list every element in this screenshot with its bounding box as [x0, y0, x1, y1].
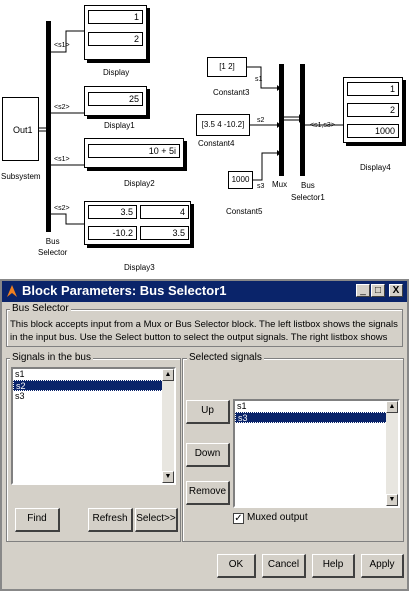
selected-signals-label: Selected signals — [187, 352, 264, 363]
scroll-up-icon[interactable]: ▲ — [386, 401, 398, 413]
apply-button[interactable]: Apply — [361, 554, 404, 578]
up-button[interactable]: Up — [186, 400, 230, 424]
constant5-label: Constant5 — [226, 207, 263, 216]
display3-value: 3.5 — [88, 205, 137, 219]
bus-selector1-label: Bus Selector1 — [291, 181, 325, 202]
scroll-down-icon[interactable]: ▼ — [386, 494, 398, 506]
subsystem-label: Subsystem — [1, 172, 41, 181]
matlab-logo-icon — [7, 285, 17, 297]
signals-in-bus-label: Signals in the bus — [10, 352, 93, 363]
find-button[interactable]: Find — [15, 508, 60, 532]
signals-listbox[interactable]: s1 s2 s3 ▲ ▼ — [11, 367, 176, 485]
constant3-label: Constant3 — [213, 88, 250, 97]
display-block[interactable]: 1 2 — [84, 5, 147, 60]
dialog-titlebar[interactable]: Block Parameters: Bus Selector1 _ □ X — [2, 281, 407, 302]
display1-value: 25 — [88, 92, 143, 106]
help-button[interactable]: Help — [312, 554, 355, 578]
constant3-block[interactable]: [1 2] — [207, 57, 247, 77]
display3-value: -10.2 — [88, 226, 137, 240]
simulink-diagram: Out1 Subsystem Bus Selector <s1> <s2> <s… — [0, 0, 409, 272]
list-item[interactable]: s1 — [13, 369, 174, 380]
list-item[interactable]: s1 — [235, 401, 398, 412]
refresh-button[interactable]: Refresh — [88, 508, 133, 532]
mux-block[interactable] — [279, 64, 284, 176]
list-item[interactable]: s3 — [13, 391, 174, 402]
constant4-label: Constant4 — [198, 139, 235, 148]
bus-selector-block[interactable] — [46, 21, 51, 232]
display2-label: Display2 — [124, 179, 155, 188]
scroll-up-icon[interactable]: ▲ — [162, 369, 174, 381]
close-button[interactable]: X — [389, 284, 403, 297]
maximize-button[interactable]: □ — [371, 284, 385, 297]
signal-label: <s2> — [54, 104, 70, 111]
display-value: 1 — [88, 10, 143, 24]
display3-value: 3.5 — [140, 226, 189, 240]
display3-value: 4 — [140, 205, 189, 219]
signal-label: <s1> — [54, 156, 70, 163]
constant5-block[interactable]: 1000 — [228, 171, 253, 189]
display-value: 2 — [88, 32, 143, 46]
signal-label: <s1> — [54, 42, 70, 49]
bus-selector-label: Bus Selector — [38, 237, 68, 257]
display2-block[interactable]: 10 + 5i — [84, 138, 184, 168]
select-button[interactable]: Select>> — [135, 508, 178, 532]
remove-button[interactable]: Remove — [186, 481, 230, 505]
display-label: Display — [103, 68, 130, 77]
display4-block[interactable]: 1 2 1000 — [343, 77, 403, 143]
display1-block[interactable]: 25 — [84, 86, 147, 116]
display3-block[interactable]: 3.5 4 -10.2 3.5 — [84, 201, 191, 245]
display4-value: 1 — [347, 82, 399, 96]
dialog-title: Block Parameters: Bus Selector1 — [22, 283, 227, 298]
display4-value: 2 — [347, 103, 399, 117]
signal-label: <s1,s3> — [310, 122, 335, 129]
selected-listbox[interactable]: s1 s3 ▲ ▼ — [233, 399, 400, 508]
constant4-block[interactable]: [3.5 4 -10.2] — [196, 114, 250, 136]
dialog-description: This block accepts input from a Mux or B… — [10, 319, 398, 346]
muxed-output-label: Muxed output — [247, 512, 308, 523]
block-parameters-dialog: Block Parameters: Bus Selector1 _ □ X Bu… — [0, 279, 409, 591]
cancel-button[interactable]: Cancel — [262, 554, 306, 578]
bus-selector1-block[interactable] — [300, 64, 305, 176]
muxed-output-checkbox[interactable]: ✓ — [233, 513, 244, 524]
display2-value: 10 + 5i — [88, 144, 180, 158]
ok-button[interactable]: OK — [217, 554, 256, 578]
signal-label: s2 — [257, 117, 265, 124]
down-button[interactable]: Down — [186, 443, 230, 467]
display4-value: 1000 — [347, 124, 399, 138]
signal-label: s1 — [255, 76, 263, 83]
signal-label: <s2> — [54, 205, 70, 212]
checkmark-icon: ✓ — [234, 513, 243, 524]
display1-label: Display1 — [104, 121, 135, 130]
subsystem-port-label: Out1 — [13, 125, 33, 135]
signals-scrollbar[interactable]: ▲ ▼ — [162, 369, 174, 483]
signal-label: s3 — [257, 183, 265, 190]
selected-scrollbar[interactable]: ▲ ▼ — [386, 401, 398, 506]
display4-label: Display4 — [360, 163, 391, 172]
minimize-button[interactable]: _ — [356, 284, 370, 297]
display3-label: Display3 — [124, 263, 155, 272]
subsystem-block[interactable]: Out1 — [2, 97, 39, 161]
bus-selector-group-label: Bus Selector — [10, 303, 71, 314]
scroll-down-icon[interactable]: ▼ — [162, 471, 174, 483]
mux-label: Mux — [272, 180, 288, 189]
list-item[interactable]: s2 — [13, 380, 174, 391]
list-item[interactable]: s3 — [235, 412, 398, 423]
